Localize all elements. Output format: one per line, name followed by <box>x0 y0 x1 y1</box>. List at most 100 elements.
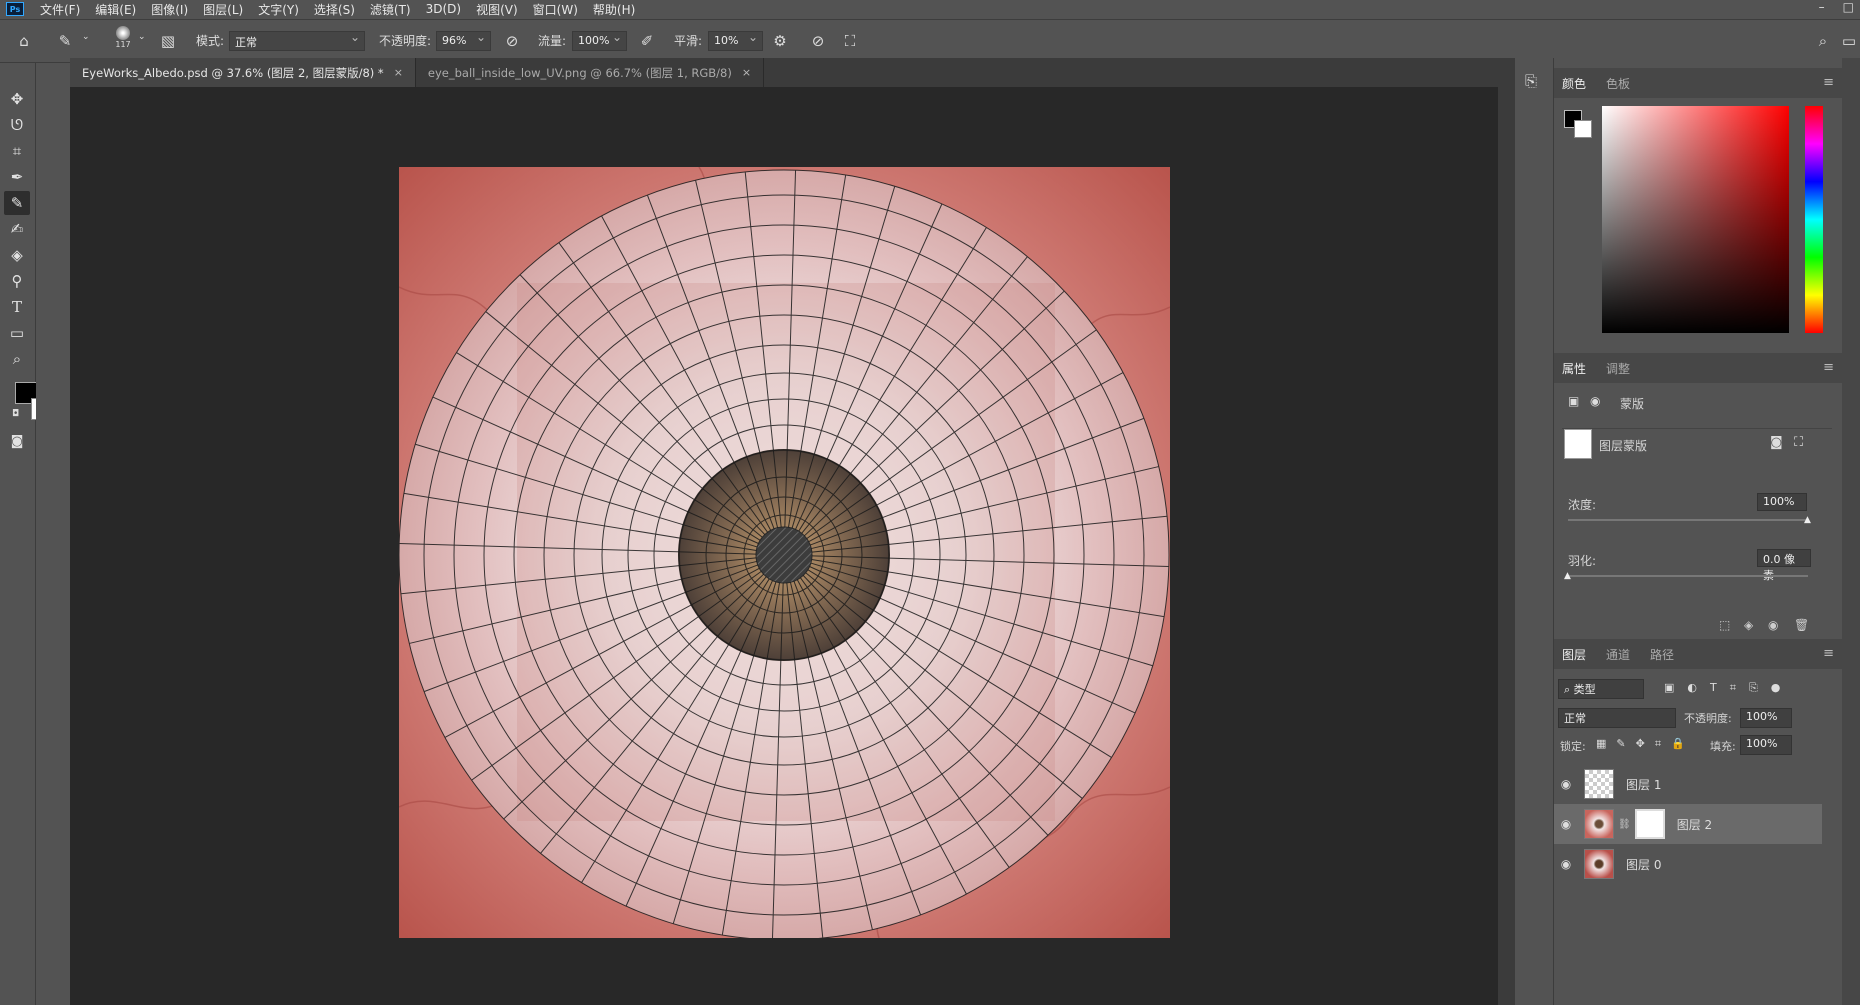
lock-position-icon[interactable]: ✥ <box>1636 737 1645 751</box>
layer-mask-thumbnail[interactable] <box>1634 809 1665 839</box>
gear-icon[interactable]: ⚙ <box>769 30 791 52</box>
close-icon[interactable]: × <box>394 66 403 79</box>
menu-select[interactable]: 选择(S) <box>314 1 355 18</box>
quick-mask-icon[interactable]: ◙ <box>4 429 30 453</box>
filter-adjustment-icon[interactable]: ◐ <box>1687 681 1697 695</box>
eye-icon[interactable]: ◉ <box>1554 777 1578 791</box>
brush-tool-preset-icon[interactable]: ✎ <box>54 30 76 52</box>
chevron-down-icon[interactable]: ⌄ <box>82 32 90 42</box>
flow-input[interactable]: 100% <box>572 30 627 51</box>
feather-slider[interactable] <box>1568 575 1808 577</box>
lock-all-icon[interactable]: 🔒 <box>1671 737 1685 751</box>
layer-row[interactable]: ◉ 图层 0 <box>1554 844 1819 884</box>
tab-eyeworks-albedo[interactable]: EyeWorks_Albedo.psd @ 37.6% (图层 2, 图层蒙版/… <box>70 58 416 87</box>
apply-mask-button-icon[interactable]: ◈ <box>1744 618 1753 632</box>
link-icon[interactable]: ⛓ <box>1618 819 1631 830</box>
apply-mask-icon[interactable]: ◙ <box>1770 435 1783 450</box>
eye-icon[interactable]: ◉ <box>1554 857 1578 871</box>
brush-tool-icon[interactable]: ✎ <box>4 191 30 215</box>
layer-filter-select[interactable]: ⌕ 类型 <box>1558 679 1644 699</box>
tab-paths[interactable]: 路径 <box>1650 646 1674 663</box>
menu-image[interactable]: 图像(I) <box>151 1 188 18</box>
search-icon[interactable]: ⌕ <box>1812 30 1834 52</box>
layers-opacity-input[interactable]: 100% <box>1740 708 1792 728</box>
menu-filter[interactable]: 滤镜(T) <box>370 1 411 18</box>
eye-icon[interactable]: ◉ <box>1554 817 1578 831</box>
airbrush-icon[interactable]: ✐ <box>636 30 658 52</box>
move-tool-icon[interactable]: ✥ <box>4 87 30 111</box>
panel-menu-icon[interactable]: ≡ <box>1823 360 1834 375</box>
color-picker-field[interactable] <box>1602 106 1789 333</box>
blend-mode-select[interactable]: 正常 <box>1558 708 1676 728</box>
layer-mask-thumbnail[interactable] <box>1564 429 1592 459</box>
crop-tool-icon[interactable]: ⌗ <box>4 139 30 163</box>
menu-help[interactable]: 帮助(H) <box>593 1 635 18</box>
close-icon[interactable]: × <box>742 66 751 79</box>
history-brush-tool-icon[interactable]: ✍ <box>4 217 30 241</box>
load-selection-icon[interactable]: ⬚ <box>1719 618 1730 632</box>
brush-settings-icon[interactable]: ▧ <box>157 30 179 52</box>
lock-pixels-icon[interactable]: ✎ <box>1616 737 1625 751</box>
paint-bucket-tool-icon[interactable]: ◈ <box>4 243 30 267</box>
lasso-tool-icon[interactable]: ᘎ <box>4 113 30 137</box>
chevron-down-icon[interactable]: ⌄ <box>138 32 146 42</box>
vector-mask-icon[interactable]: ◉ <box>1590 394 1600 408</box>
rectangle-tool-icon[interactable]: ▭ <box>4 321 30 345</box>
canvas-vertical-scrollbar[interactable] <box>1498 58 1515 1005</box>
filter-shape-icon[interactable]: ⌗ <box>1730 681 1736 695</box>
mode-select[interactable]: 正常 <box>229 30 365 51</box>
filter-type-icon[interactable]: T <box>1710 681 1717 695</box>
tab-layers[interactable]: 图层 <box>1562 646 1586 663</box>
layer-row[interactable]: ◉ 图层 1 <box>1554 764 1819 804</box>
filter-smart-object-icon[interactable]: ⎘ <box>1749 681 1758 695</box>
fill-input[interactable]: 100% <box>1740 735 1792 755</box>
menu-type[interactable]: 文字(Y) <box>258 1 299 18</box>
tab-swatches[interactable]: 色板 <box>1606 75 1630 92</box>
minimize-button[interactable]: – <box>1819 0 1825 14</box>
dodge-tool-icon[interactable]: ⚲ <box>4 269 30 293</box>
feather-input[interactable]: 0.0 像素 <box>1757 549 1811 582</box>
panel-menu-icon[interactable]: ≡ <box>1823 75 1834 90</box>
opacity-input[interactable]: 96% <box>436 30 491 51</box>
restore-button[interactable]: □ <box>1843 0 1854 14</box>
tab-color[interactable]: 颜色 <box>1562 75 1586 92</box>
pressure-size-icon[interactable]: ⊘ <box>807 30 829 52</box>
density-slider-thumb[interactable]: ▲ <box>1804 515 1811 525</box>
filter-pixel-icon[interactable]: ▣ <box>1664 681 1674 695</box>
color-panel-background-swatch[interactable] <box>1574 120 1592 138</box>
filter-toggle-icon[interactable]: ● <box>1771 681 1781 695</box>
menu-3d[interactable]: 3D(D) <box>426 2 461 16</box>
symmetry-icon[interactable]: ⛶ <box>839 30 861 52</box>
layer-row[interactable]: ◉ ⛓ 图层 2 <box>1554 804 1822 844</box>
home-icon[interactable]: ⌂ <box>13 30 35 52</box>
panel-menu-icon[interactable]: ≡ <box>1823 646 1834 661</box>
default-colors-icon[interactable]: ◘ <box>12 409 19 419</box>
history-panel-icon[interactable]: ⎘ <box>1525 72 1537 90</box>
menu-window[interactable]: 窗口(W) <box>533 1 578 18</box>
density-input[interactable]: 100% <box>1757 493 1807 511</box>
menu-view[interactable]: 视图(V) <box>476 1 518 18</box>
menu-file[interactable]: 文件(F) <box>40 1 80 18</box>
menu-layer[interactable]: 图层(L) <box>203 1 243 18</box>
tab-eye-ball-uv[interactable]: eye_ball_inside_low_UV.png @ 66.7% (图层 1… <box>416 58 765 87</box>
trash-icon[interactable]: 🗑 <box>1794 618 1809 632</box>
lock-artboard-icon[interactable]: ⌗ <box>1655 737 1661 751</box>
type-tool-icon[interactable]: T <box>4 295 30 319</box>
pixel-mask-icon[interactable]: ▣ <box>1568 394 1579 408</box>
eyedropper-tool-icon[interactable]: ✒ <box>4 165 30 189</box>
smoothing-input[interactable]: 10% <box>708 30 763 51</box>
density-slider[interactable] <box>1568 519 1808 521</box>
lock-transparent-icon[interactable]: ▦ <box>1596 737 1606 751</box>
pressure-opacity-icon[interactable]: ⊘ <box>501 30 523 52</box>
menu-edit[interactable]: 编辑(E) <box>95 1 136 18</box>
visibility-icon[interactable]: ◉ <box>1768 618 1778 632</box>
tab-adjustments[interactable]: 调整 <box>1606 360 1630 377</box>
hue-slider[interactable] <box>1805 106 1823 333</box>
tab-properties[interactable]: 属性 <box>1562 360 1586 377</box>
zoom-tool-icon[interactable]: ⌕ <box>4 347 30 371</box>
link-mask-icon[interactable]: ⛶ <box>1794 435 1803 450</box>
tab-channels[interactable]: 通道 <box>1606 646 1630 663</box>
workspace-icon[interactable]: ▭ <box>1838 30 1860 52</box>
image-canvas[interactable] <box>399 167 1170 938</box>
feather-slider-thumb[interactable]: ▲ <box>1564 571 1571 581</box>
